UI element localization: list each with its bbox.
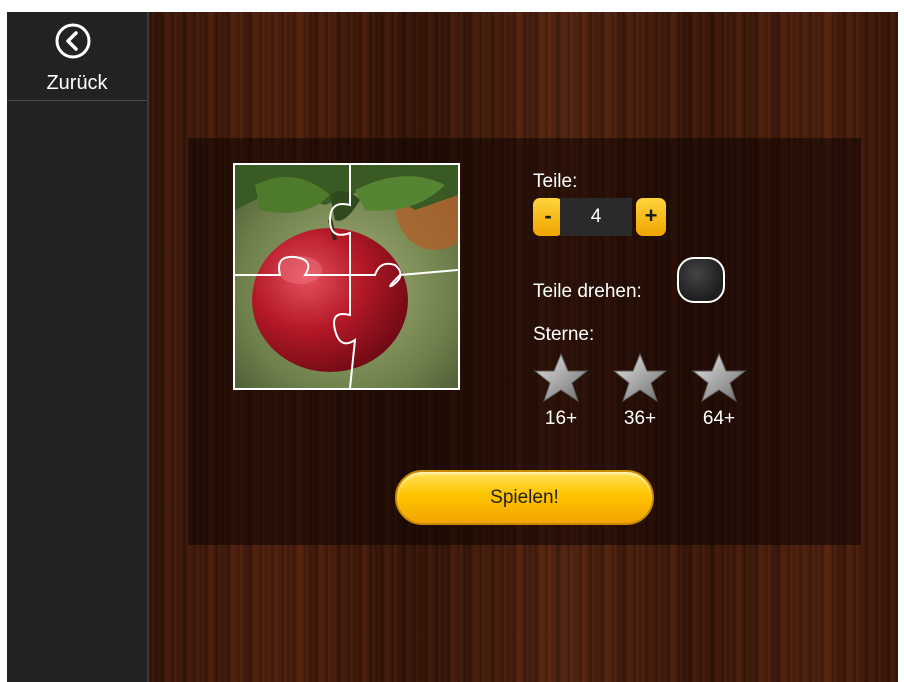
pieces-value: 4 bbox=[560, 198, 632, 236]
chevron-left-circle-icon bbox=[55, 23, 91, 59]
puzzle-preview bbox=[233, 163, 460, 390]
silver-star-icon bbox=[612, 353, 668, 403]
play-button[interactable]: Spielen! bbox=[395, 470, 654, 525]
back-label: Zurück bbox=[46, 72, 108, 94]
pieces-decrement-button[interactable]: - bbox=[533, 198, 563, 236]
rotate-label: Teile drehen: bbox=[533, 281, 642, 302]
silver-star-icon bbox=[691, 353, 747, 403]
silver-star-icon bbox=[533, 353, 589, 403]
back-button[interactable]: Zurück bbox=[7, 12, 147, 101]
sidebar: Zurück bbox=[7, 12, 149, 682]
apple-photo-icon bbox=[235, 165, 458, 388]
star-threshold-label: 16+ bbox=[544, 408, 578, 429]
stars-label: Sterne: bbox=[533, 324, 595, 345]
star-threshold-label: 36+ bbox=[623, 408, 657, 429]
pieces-label: Teile: bbox=[533, 171, 578, 192]
star-threshold-label: 64+ bbox=[702, 408, 736, 429]
pieces-increment-button[interactable]: + bbox=[636, 198, 666, 236]
rotate-toggle[interactable] bbox=[677, 257, 725, 303]
